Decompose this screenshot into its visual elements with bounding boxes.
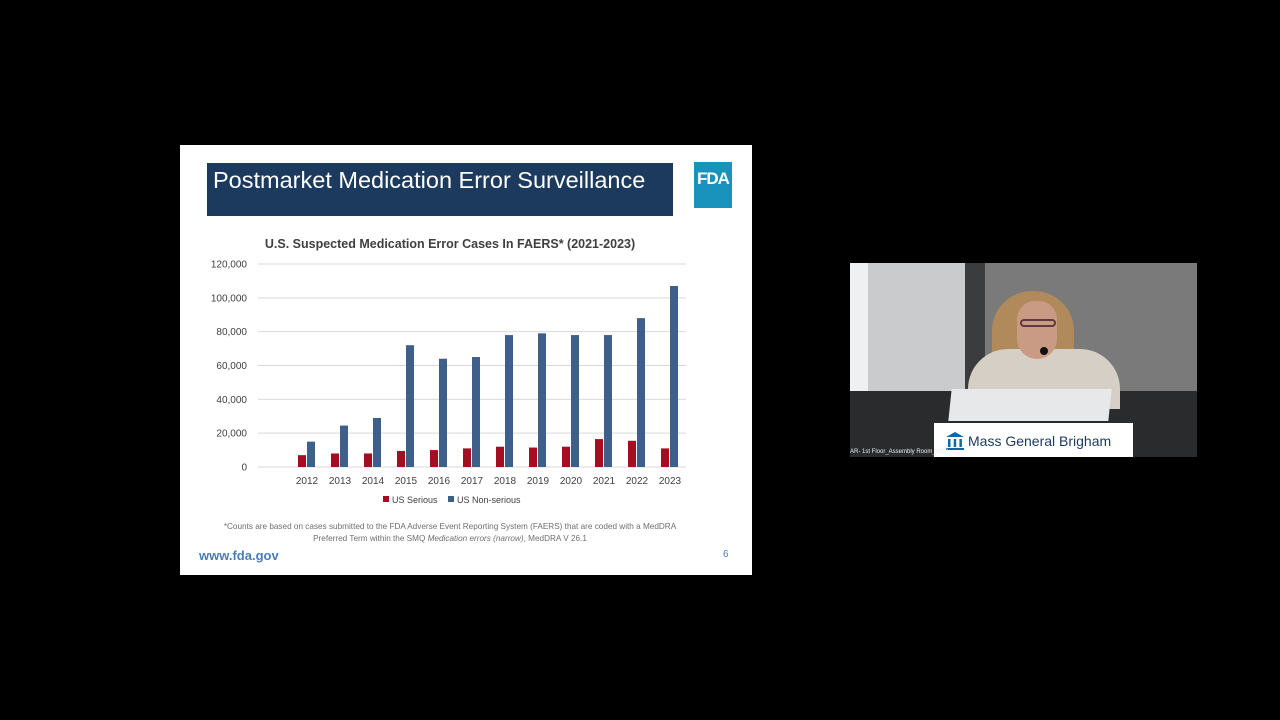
bar-serious [331, 453, 339, 467]
x-tick-label: 2016 [428, 476, 451, 487]
bar-serious [397, 450, 405, 467]
bar-non-serious [307, 441, 315, 467]
bar-non-serious [670, 285, 678, 467]
name-sign: Mass General Brigham [934, 423, 1133, 457]
bar-non-serious [505, 335, 513, 467]
bar-serious [364, 453, 372, 467]
presentation-slide: Postmarket Medication Error Surveillance… [180, 145, 752, 575]
x-tick-label: 2022 [626, 476, 649, 487]
bar-serious [628, 440, 636, 467]
fda-logo: FDA [694, 162, 732, 208]
legend: US Serious US Non-serious [383, 495, 521, 505]
x-tick-label: 2019 [527, 476, 550, 487]
page-number: 6 [723, 549, 729, 560]
bar-serious [529, 447, 537, 467]
legend-label: US Serious [392, 495, 438, 505]
speaker-video-feed: Mass General Brigham AR- 1st Floor_Assem… [850, 263, 1197, 457]
y-tick-label: 0 [241, 463, 247, 474]
laptop [948, 389, 1112, 421]
y-tick-label: 120,000 [211, 260, 248, 271]
y-tick-label: 20,000 [216, 429, 247, 440]
bar-chart: U.S. Suspected Medication Error Cases In… [211, 237, 686, 505]
x-tick-label: 2018 [494, 476, 517, 487]
fda-url-link[interactable]: www.fda.gov [199, 548, 279, 563]
bars [298, 285, 678, 467]
x-tick-label: 2012 [296, 476, 319, 487]
bar-non-serious [637, 318, 645, 467]
x-tick-label: 2021 [593, 476, 616, 487]
x-tick-label: 2014 [362, 476, 385, 487]
slide-title: Postmarket Medication Error Surveillance [213, 167, 646, 193]
y-tick-labels: 0 20,000 40,000 60,000 80,000 100,000 120,000 [211, 260, 248, 474]
x-tick-labels: 2012 2013 2014 2015 2016 2017 2018 2019 2020 2021… [296, 476, 682, 487]
y-tick-label: 100,000 [211, 293, 248, 304]
bar-serious [595, 439, 603, 467]
footnote-line-1: *Counts are based on cases submitted to … [223, 522, 677, 531]
x-tick-label: 2017 [461, 476, 484, 487]
bar-non-serious [538, 333, 546, 467]
footnote-line-2: Preferred Term within the SMQ Medication… [313, 534, 587, 543]
footnote: *Counts are based on cases submitted to … [180, 521, 720, 545]
bar-non-serious [406, 345, 414, 467]
bar-non-serious [571, 335, 579, 467]
bar-serious [496, 446, 504, 467]
bar-serious [562, 446, 570, 467]
x-tick-label: 2023 [659, 476, 682, 487]
legend-swatch [448, 496, 454, 502]
y-tick-label: 40,000 [216, 395, 247, 406]
hospital-building-icon [946, 432, 964, 450]
y-tick-label: 80,000 [216, 327, 247, 338]
y-tick-label: 60,000 [216, 361, 247, 372]
bar-serious [430, 450, 438, 467]
bar-non-serious [439, 358, 447, 467]
microphone-icon [1040, 347, 1048, 355]
bar-serious [298, 455, 306, 467]
bar-non-serious [604, 335, 612, 467]
speaker-glasses [1020, 319, 1056, 327]
room-caption: AR- 1st Floor_Assembly Room_W22 [850, 449, 949, 455]
bar-serious [463, 448, 471, 467]
bar-serious [661, 448, 669, 467]
speaker-face [1017, 301, 1057, 359]
x-tick-label: 2015 [395, 476, 418, 487]
bar-non-serious [472, 357, 480, 467]
legend-label: US Non-serious [457, 495, 521, 505]
title-bar: Postmarket Medication Error Surveillance [207, 163, 673, 216]
x-tick-label: 2013 [329, 476, 352, 487]
chart-title: U.S. Suspected Medication Error Cases In… [265, 237, 635, 251]
bar-non-serious [373, 417, 381, 467]
bar-non-serious [340, 425, 348, 467]
x-tick-label: 2020 [560, 476, 583, 487]
sign-text: Mass General Brigham [968, 433, 1112, 449]
window-light [850, 263, 868, 403]
legend-swatch [383, 496, 389, 502]
